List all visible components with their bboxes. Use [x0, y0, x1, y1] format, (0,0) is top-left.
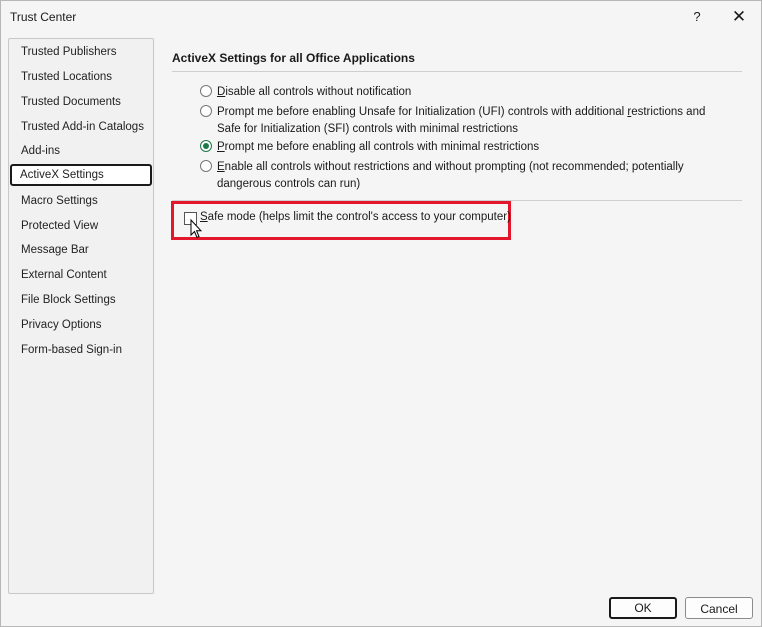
radio-button-selected[interactable] [200, 140, 212, 152]
section-divider [172, 71, 742, 72]
ok-button[interactable]: OK [609, 597, 677, 619]
option-prompt-ufi[interactable]: Prompt me before enabling Unsafe for Ini… [200, 104, 730, 138]
sidebar-item-external-content[interactable]: External Content [11, 264, 151, 286]
radio-button[interactable] [200, 105, 212, 117]
option-label: Enable all controls without restrictions… [217, 161, 684, 190]
sidebar-item-addins[interactable]: Add-ins [11, 140, 151, 162]
cancel-button[interactable]: Cancel [685, 597, 753, 619]
sidebar-item-privacy-options[interactable]: Privacy Options [11, 314, 151, 336]
sidebar-item-trusted-addin-catalogs[interactable]: Trusted Add-in Catalogs [11, 116, 151, 138]
sidebar-item-message-bar[interactable]: Message Bar [11, 239, 151, 261]
title-bar: Trust Center ? ✕ [1, 1, 761, 33]
window-title: Trust Center [10, 10, 77, 24]
section-title: ActiveX Settings for all Office Applicat… [172, 51, 415, 65]
trust-center-dialog: Trust Center ? ✕ Trusted Publishers Trus… [0, 0, 762, 627]
option-disable-all[interactable]: Disable all controls without notificatio… [200, 84, 730, 101]
settings-panel: ActiveX Settings for all Office Applicat… [171, 43, 743, 603]
mouse-cursor-icon [190, 219, 202, 239]
sidebar-item-trusted-locations[interactable]: Trusted Locations [11, 66, 151, 88]
sidebar-item-macro-settings[interactable]: Macro Settings [11, 190, 151, 212]
sidebar-item-trusted-publishers[interactable]: Trusted Publishers [11, 41, 151, 63]
close-button[interactable]: ✕ [727, 5, 751, 29]
sidebar-item-file-block-settings[interactable]: File Block Settings [11, 289, 151, 311]
safe-mode-label[interactable]: Safe mode (helps limit the control's acc… [200, 211, 511, 223]
sidebar: Trusted Publishers Trusted Locations Tru… [8, 38, 154, 594]
option-label: Disable all controls without notificatio… [217, 86, 412, 98]
radio-button[interactable] [200, 85, 212, 97]
sidebar-item-form-based-sign-in[interactable]: Form-based Sign-in [11, 339, 151, 361]
sidebar-item-protected-view[interactable]: Protected View [11, 215, 151, 237]
option-prompt-all[interactable]: Prompt me before enabling all controls w… [200, 139, 730, 156]
option-label: Prompt me before enabling Unsafe for Ini… [217, 106, 706, 135]
radio-button[interactable] [200, 160, 212, 172]
help-button[interactable]: ? [685, 5, 709, 29]
sidebar-item-trusted-documents[interactable]: Trusted Documents [11, 91, 151, 113]
option-enable-all[interactable]: Enable all controls without restrictions… [200, 159, 730, 193]
option-label: Prompt me before enabling all controls w… [217, 141, 540, 153]
sidebar-item-activex-settings[interactable]: ActiveX Settings [10, 164, 152, 186]
